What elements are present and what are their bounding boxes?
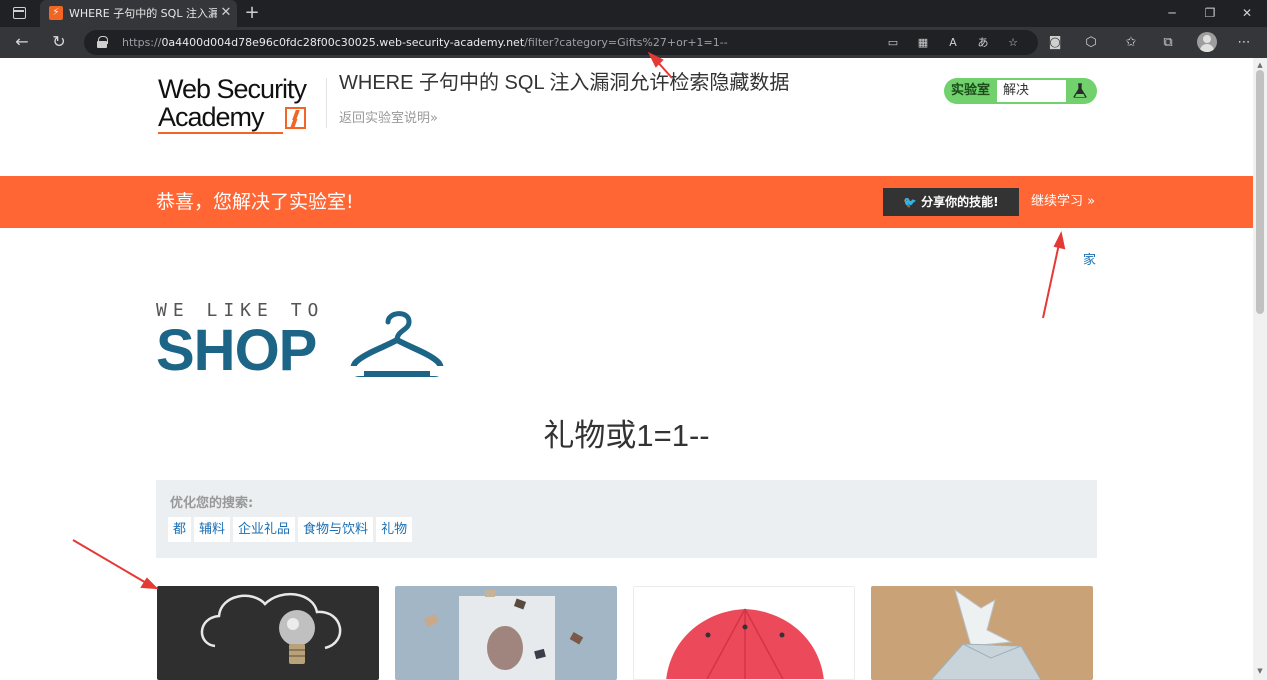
filter-category-food-and-drink[interactable]: 食物与饮料: [298, 517, 374, 542]
address-bar[interactable]: https://0a4400d004d78e96c0fdc28f00c30025…: [84, 30, 1038, 55]
logo-line-2: Academy: [158, 102, 265, 132]
back-icon[interactable]: ←: [10, 31, 34, 53]
reload-icon[interactable]: ↻: [47, 31, 71, 53]
scroll-thumb[interactable]: [1256, 70, 1264, 314]
url-scheme: https://: [122, 36, 162, 49]
arrow-to-continue-head: [1053, 231, 1066, 250]
arrow-to-products: [72, 539, 149, 585]
lab-status-widget: 实验室 解决: [944, 78, 1097, 104]
filter-category-gifts[interactable]: 礼物: [376, 517, 413, 542]
page-scrollbar[interactable]: ▲ ▼: [1253, 58, 1267, 680]
paper-origami-picture: [930, 588, 1042, 680]
shop-word: SHOP: [156, 318, 317, 383]
translate-icon[interactable]: あ: [974, 34, 992, 52]
favorites-icon[interactable]: ✩: [1120, 32, 1142, 54]
logo-line-1: Web Security: [158, 74, 307, 104]
lab-solved-banner: 恭喜，您解决了实验室! 🐦 分享你的技能! 继续学习 »: [0, 176, 1253, 228]
arrow-to-products-head: [140, 577, 159, 590]
product-image-umbrella[interactable]: [633, 586, 855, 680]
new-tab-icon[interactable]: +: [243, 3, 261, 23]
flying-books-picture: [423, 590, 584, 680]
filter-category-list: 都 辅料 企业礼品 食物与饮料 礼物: [168, 517, 413, 542]
page-heading: 礼物或1=1--: [543, 418, 710, 453]
url-text[interactable]: https://0a4400d004d78e96c0fdc28f00c30025…: [122, 35, 728, 51]
filter-category-corporate-gifts[interactable]: 企业礼品: [233, 517, 296, 542]
restore-icon[interactable]: ❐: [1195, 3, 1225, 23]
filter-label: 优化您的搜索:: [170, 496, 254, 511]
extensions-puzzle-icon[interactable]: ⬡: [1080, 32, 1102, 54]
home-link[interactable]: 家: [1083, 252, 1096, 270]
filter-category-all[interactable]: 都: [168, 517, 192, 542]
apps-grid-icon[interactable]: ▦: [914, 34, 932, 52]
share-skills-label: 分享你的技能!: [921, 195, 999, 209]
back-to-lab-description-link[interactable]: 返回实验室说明»: [339, 110, 438, 128]
collections-icon[interactable]: ⧉: [1157, 32, 1179, 54]
browser-tab-bar: ⚡ WHERE 子句中的 SQL 注入漏洞允许检索隐藏数据 ✕ + ─ ❐ ✕: [0, 0, 1267, 27]
hanger-icon: [350, 311, 444, 377]
url-host: 0a4400d004d78e96c0fdc28f00c30025.web-sec…: [161, 36, 525, 49]
continue-learning-link[interactable]: 继续学习 »: [1031, 193, 1095, 211]
profile-avatar[interactable]: [1197, 32, 1217, 52]
tab-title: WHERE 子句中的 SQL 注入漏洞允许检索隐藏数据: [69, 7, 217, 20]
red-umbrella-picture: [666, 608, 824, 679]
product-image-paper-origami[interactable]: [871, 586, 1093, 680]
logo-underline: [158, 132, 283, 134]
scroll-down-icon[interactable]: ▼: [1255, 666, 1265, 676]
header-divider: [326, 78, 327, 128]
lab-status-label: 实验室: [950, 83, 990, 98]
product-image-lightbulb[interactable]: [157, 586, 379, 680]
favorite-star-icon[interactable]: ☆: [1004, 34, 1022, 52]
lightbulb-thought-cloud-picture: [200, 592, 342, 664]
lab-status-value: 解决: [997, 80, 1066, 102]
close-tab-icon[interactable]: ✕: [219, 5, 233, 21]
arrow-to-continue: [1042, 243, 1060, 319]
product-image-flying-books[interactable]: [395, 586, 617, 680]
logo-bolt-icon: [285, 107, 306, 129]
read-aloud-icon[interactable]: A: [944, 34, 962, 52]
url-path: /filter?category=Gifts%27+or+1=1--: [524, 36, 728, 49]
scroll-up-icon[interactable]: ▲: [1255, 60, 1265, 70]
share-skills-button[interactable]: 🐦 分享你的技能!: [883, 188, 1019, 216]
extension-icon[interactable]: ◙: [1044, 32, 1066, 54]
flask-icon: [1073, 83, 1087, 98]
lab-title: WHERE 子句中的 SQL 注入漏洞允许检索隐藏数据: [339, 72, 790, 94]
tab-actions-icon[interactable]: [13, 7, 26, 19]
filter-panel: 优化您的搜索: 都 辅料 企业礼品 食物与饮料 礼物: [156, 480, 1097, 558]
more-menu-icon[interactable]: ⋯: [1233, 32, 1255, 54]
browser-toolbar: ← ↻ https://0a4400d004d78e96c0fdc28f00c3…: [0, 27, 1267, 58]
web-security-academy-logo[interactable]: Web Security Academy: [158, 74, 326, 136]
app-available-icon[interactable]: ▭: [884, 34, 902, 52]
lock-icon[interactable]: [97, 36, 108, 48]
close-window-icon[interactable]: ✕: [1232, 3, 1262, 23]
minimize-icon[interactable]: ─: [1157, 3, 1187, 23]
shop-logo: WE LIKE TO SHOP: [156, 300, 456, 382]
twitter-bird-icon: 🐦: [903, 196, 918, 209]
filter-category-accessories[interactable]: 辅料: [194, 517, 231, 542]
browser-tab[interactable]: ⚡ WHERE 子句中的 SQL 注入漏洞允许检索隐藏数据 ✕: [40, 0, 237, 27]
favicon-icon: ⚡: [49, 6, 63, 20]
solved-message: 恭喜，您解决了实验室!: [156, 191, 354, 213]
